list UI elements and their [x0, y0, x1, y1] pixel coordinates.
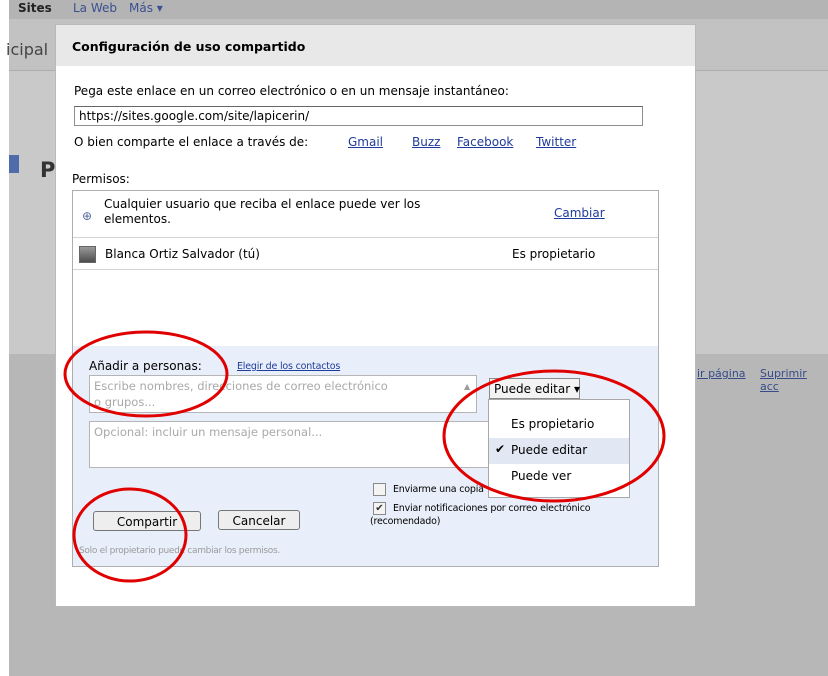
delete-page-link[interactable]: Suprimir acc — [760, 367, 828, 393]
send-copy-label: Enviarme una copia — [393, 484, 484, 495]
role-dropdown[interactable]: Puede editar ▾ — [489, 378, 580, 399]
share-via-label: O bien comparte el enlace a través de: — [74, 135, 309, 149]
add-people-label: Añadir a personas: — [89, 359, 202, 373]
role-option-label: Puede editar — [511, 443, 588, 457]
names-placeholder-1: Escribe nombres, direcciones de correo e… — [94, 379, 388, 393]
nav-web[interactable]: La Web — [73, 1, 117, 15]
cancel-button[interactable]: Cancelar — [218, 510, 300, 530]
share-facebook-link[interactable]: Facebook — [457, 135, 513, 149]
public-access-row: ⊕ Cualquier usuario que reciba el enlace… — [73, 191, 658, 238]
choose-contacts-link[interactable]: Elegir de los contactos — [237, 361, 340, 372]
avatar — [79, 246, 96, 263]
top-nav-bar: Sites La Web Más ▾ — [9, 0, 828, 19]
owner-row: Blanca Ortiz Salvador (tú) Es propietari… — [73, 238, 658, 270]
owner-role: Es propietario — [512, 247, 596, 261]
role-option-label: Es propietario — [511, 417, 595, 431]
notify-label-recommended: (recomendado) — [370, 516, 441, 527]
nav-more[interactable]: Más ▾ — [129, 1, 163, 15]
share-buzz-link[interactable]: Buzz — [412, 135, 440, 149]
role-dropdown-menu: Es propietario ✔ Puede editar Puede ver — [488, 399, 630, 498]
public-access-text-2: elementos. — [104, 212, 171, 226]
role-option-label: Puede ver — [511, 469, 572, 483]
notify-label: Enviar notificaciones por correo electró… — [393, 503, 591, 514]
owner-permission-note: Solo el propietario puede cambiar los pe… — [79, 546, 280, 556]
role-option-editor[interactable]: ✔ Puede editar — [489, 438, 629, 464]
personal-message-input[interactable]: Opcional: incluir un mensaje personal... — [89, 421, 490, 468]
add-people-input[interactable]: Escribe nombres, direcciones de correo e… — [89, 375, 477, 413]
public-access-text-1: Cualquier usuario que reciba el enlace p… — [104, 197, 421, 211]
sidebar-marker — [9, 155, 19, 173]
share-url-input[interactable] — [74, 106, 643, 126]
role-option-owner[interactable]: Es propietario — [489, 412, 629, 438]
checkmark-icon: ✔ — [495, 442, 506, 456]
dialog-title-bar: Configuración de uso compartido — [56, 25, 695, 66]
share-button[interactable]: Compartir — [93, 511, 201, 531]
left-margin — [0, 0, 9, 676]
permissions-panel: ⊕ Cualquier usuario que reciba el enlace… — [72, 190, 659, 567]
header-fragment: icipal — [6, 40, 49, 59]
link-prompt: Pega este enlace en un correo electrónic… — [74, 84, 509, 98]
names-placeholder-2: o grupos... — [94, 395, 156, 409]
role-option-viewer[interactable]: Puede ver — [489, 464, 629, 490]
share-gmail-link[interactable]: Gmail — [348, 135, 383, 149]
page-title-initial: P — [40, 158, 56, 182]
notify-checkbox[interactable]: ✔ — [373, 502, 386, 515]
permissions-label: Permisos: — [72, 172, 130, 186]
change-access-link[interactable]: Cambiar — [554, 206, 605, 220]
globe-icon: ⊕ — [82, 209, 93, 223]
page-action-link[interactable]: ir página — [697, 367, 746, 380]
scroll-up-icon[interactable]: ▲ — [464, 379, 474, 391]
share-twitter-link[interactable]: Twitter — [536, 135, 576, 149]
share-settings-dialog: Configuración de uso compartido Pega est… — [55, 24, 696, 607]
dialog-title: Configuración de uso compartido — [72, 39, 306, 54]
owner-name: Blanca Ortiz Salvador (tú) — [105, 247, 260, 261]
send-copy-checkbox[interactable] — [373, 483, 386, 496]
nav-sites[interactable]: Sites — [18, 1, 52, 15]
